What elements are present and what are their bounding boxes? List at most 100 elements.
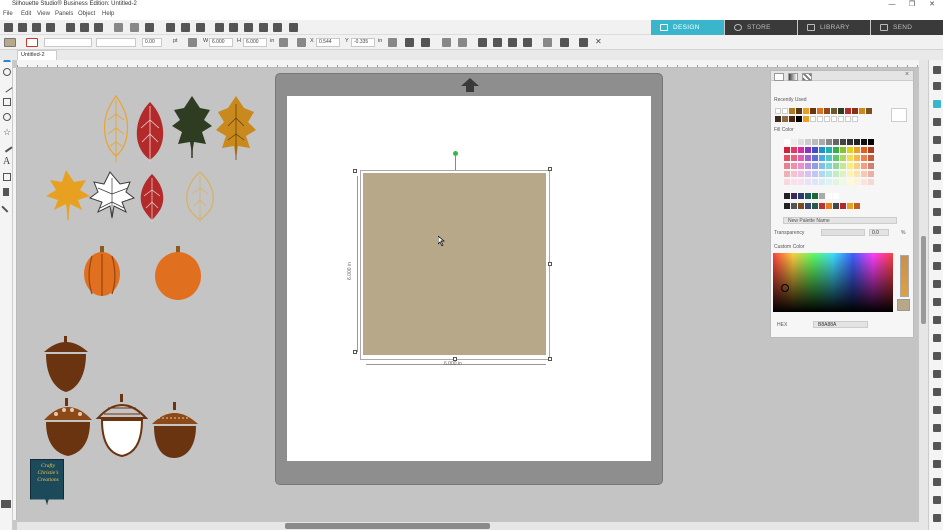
recent-swatches-row-1[interactable] xyxy=(775,108,872,114)
transparency-slider[interactable] xyxy=(821,229,865,236)
eyedropper-tool-icon[interactable] xyxy=(1,201,13,213)
bring-front-icon[interactable] xyxy=(478,38,487,47)
menu-panels[interactable]: Panels xyxy=(55,11,73,17)
registration-icon[interactable] xyxy=(933,82,941,90)
resize-handle-top-left[interactable] xyxy=(353,169,357,173)
bring-forward-icon[interactable] xyxy=(508,38,517,47)
pan-hand-icon[interactable] xyxy=(273,23,282,32)
vertical-scrollbar[interactable] xyxy=(919,60,928,522)
save-icon[interactable] xyxy=(32,23,41,32)
maximize-button[interactable]: ❐ xyxy=(902,0,922,10)
trace-panel-icon[interactable] xyxy=(933,226,941,234)
tab-design[interactable]: DESIGN xyxy=(651,20,724,35)
acorn-solid[interactable] xyxy=(44,336,88,392)
line-dash-select[interactable] xyxy=(96,38,136,47)
modify-icon[interactable] xyxy=(933,262,941,270)
copy-icon[interactable] xyxy=(80,23,89,32)
ellipse-tool-icon[interactable] xyxy=(3,113,11,121)
transform-icon[interactable] xyxy=(196,23,205,32)
rectangle-tool-icon[interactable] xyxy=(3,98,11,106)
fonts-icon[interactable] xyxy=(933,478,941,486)
solid-fill-tab[interactable] xyxy=(774,73,784,81)
gradient-fill-tab[interactable] xyxy=(788,73,798,81)
pumpkin-solid[interactable] xyxy=(155,246,201,300)
maple-leaf-outline-dark[interactable] xyxy=(88,171,136,219)
library-drawer-icon[interactable] xyxy=(1,500,11,508)
horizontal-scrollbar[interactable] xyxy=(17,522,928,530)
eraser-tool-icon[interactable] xyxy=(3,173,11,181)
pencil-tool-icon[interactable] xyxy=(1,141,13,153)
new-file-icon[interactable] xyxy=(4,23,13,32)
send-backward-icon[interactable] xyxy=(523,38,532,47)
acorn-dotted-cap[interactable] xyxy=(44,398,92,456)
help-icon[interactable] xyxy=(933,514,941,522)
library-panel-icon[interactable] xyxy=(933,388,941,396)
resize-handle-right[interactable] xyxy=(548,262,552,266)
redo-icon[interactable] xyxy=(130,23,139,32)
close-selection-icon[interactable]: ✕ xyxy=(595,37,602,46)
line-tool-icon[interactable] xyxy=(1,81,13,93)
menu-file[interactable]: File xyxy=(3,11,13,17)
horizontal-scroll-thumb[interactable] xyxy=(285,523,490,529)
cut-icon[interactable] xyxy=(66,23,75,32)
tab-store[interactable]: STORE xyxy=(725,20,797,35)
trace-icon[interactable] xyxy=(579,38,588,47)
open-file-icon[interactable] xyxy=(18,23,27,32)
deselect-icon[interactable] xyxy=(181,23,190,32)
hue-slider[interactable] xyxy=(900,255,909,297)
weld-icon[interactable] xyxy=(543,38,552,47)
color-picker-cursor[interactable] xyxy=(781,284,789,292)
zoom-out-icon[interactable] xyxy=(229,23,238,32)
select-all-icon[interactable] xyxy=(166,23,175,32)
zoom-in-icon[interactable] xyxy=(215,23,224,32)
line-width-input[interactable]: 0.00 xyxy=(142,38,162,47)
oak-leaf-gold[interactable] xyxy=(216,96,256,160)
custom-color-picker[interactable] xyxy=(773,253,893,312)
ungroup-icon[interactable] xyxy=(458,38,467,47)
text-style-icon[interactable] xyxy=(933,172,941,180)
text-tool-icon[interactable]: A xyxy=(3,157,11,167)
pumpkin-outlined[interactable] xyxy=(84,246,120,296)
transparency-input[interactable]: 0.0 xyxy=(869,229,889,236)
resize-handle-bottom-right[interactable] xyxy=(548,357,552,361)
align-icon[interactable] xyxy=(405,38,414,47)
page-setup-icon[interactable] xyxy=(933,66,941,74)
paste-icon[interactable] xyxy=(94,23,103,32)
lock-aspect-icon[interactable] xyxy=(279,38,288,47)
selected-square-shape[interactable] xyxy=(363,173,546,355)
tab-library[interactable]: LIBRARY xyxy=(798,20,870,35)
acorn-outline[interactable] xyxy=(95,394,149,458)
recent-swatches-row-2[interactable] xyxy=(775,116,858,122)
width-input[interactable]: 6.000 xyxy=(209,38,233,47)
leaf-outline-gold[interactable] xyxy=(186,171,214,222)
hex-input[interactable]: B8A88A xyxy=(813,321,868,328)
layers-icon[interactable] xyxy=(933,352,941,360)
send-back-icon[interactable] xyxy=(493,38,502,47)
settings-icon[interactable] xyxy=(933,460,941,468)
transform-panel-icon[interactable] xyxy=(933,190,941,198)
position-lock-icon[interactable] xyxy=(388,38,397,47)
offset-panel-icon[interactable] xyxy=(933,208,941,216)
print-cut-icon[interactable] xyxy=(933,424,941,432)
fit-page-icon[interactable] xyxy=(289,23,298,32)
group-icon[interactable] xyxy=(442,38,451,47)
point-edit-icon[interactable] xyxy=(3,68,11,76)
print-icon[interactable] xyxy=(46,23,55,32)
maple-leaf-orange[interactable] xyxy=(46,170,90,220)
undo-icon[interactable] xyxy=(114,23,123,32)
sketch-icon[interactable] xyxy=(933,370,941,378)
line-color-swatch[interactable] xyxy=(26,38,38,47)
line-style-select[interactable] xyxy=(44,38,92,47)
shadow-icon[interactable] xyxy=(933,154,941,162)
pattern-fill-tab[interactable] xyxy=(802,73,812,81)
close-window-button[interactable]: ✕ xyxy=(922,0,942,10)
nesting-icon[interactable] xyxy=(933,316,941,324)
lock-icon[interactable] xyxy=(933,442,941,450)
oak-leaf-green[interactable] xyxy=(172,96,212,158)
minimize-button[interactable]: — xyxy=(882,0,902,10)
fill-panel-icon[interactable] xyxy=(933,100,941,108)
x-position-input[interactable]: 0.544 xyxy=(316,38,340,47)
y-position-input[interactable]: -0.335 xyxy=(351,38,375,47)
vertical-scroll-thumb[interactable] xyxy=(921,236,926,324)
leaf-red-small[interactable] xyxy=(140,174,164,222)
